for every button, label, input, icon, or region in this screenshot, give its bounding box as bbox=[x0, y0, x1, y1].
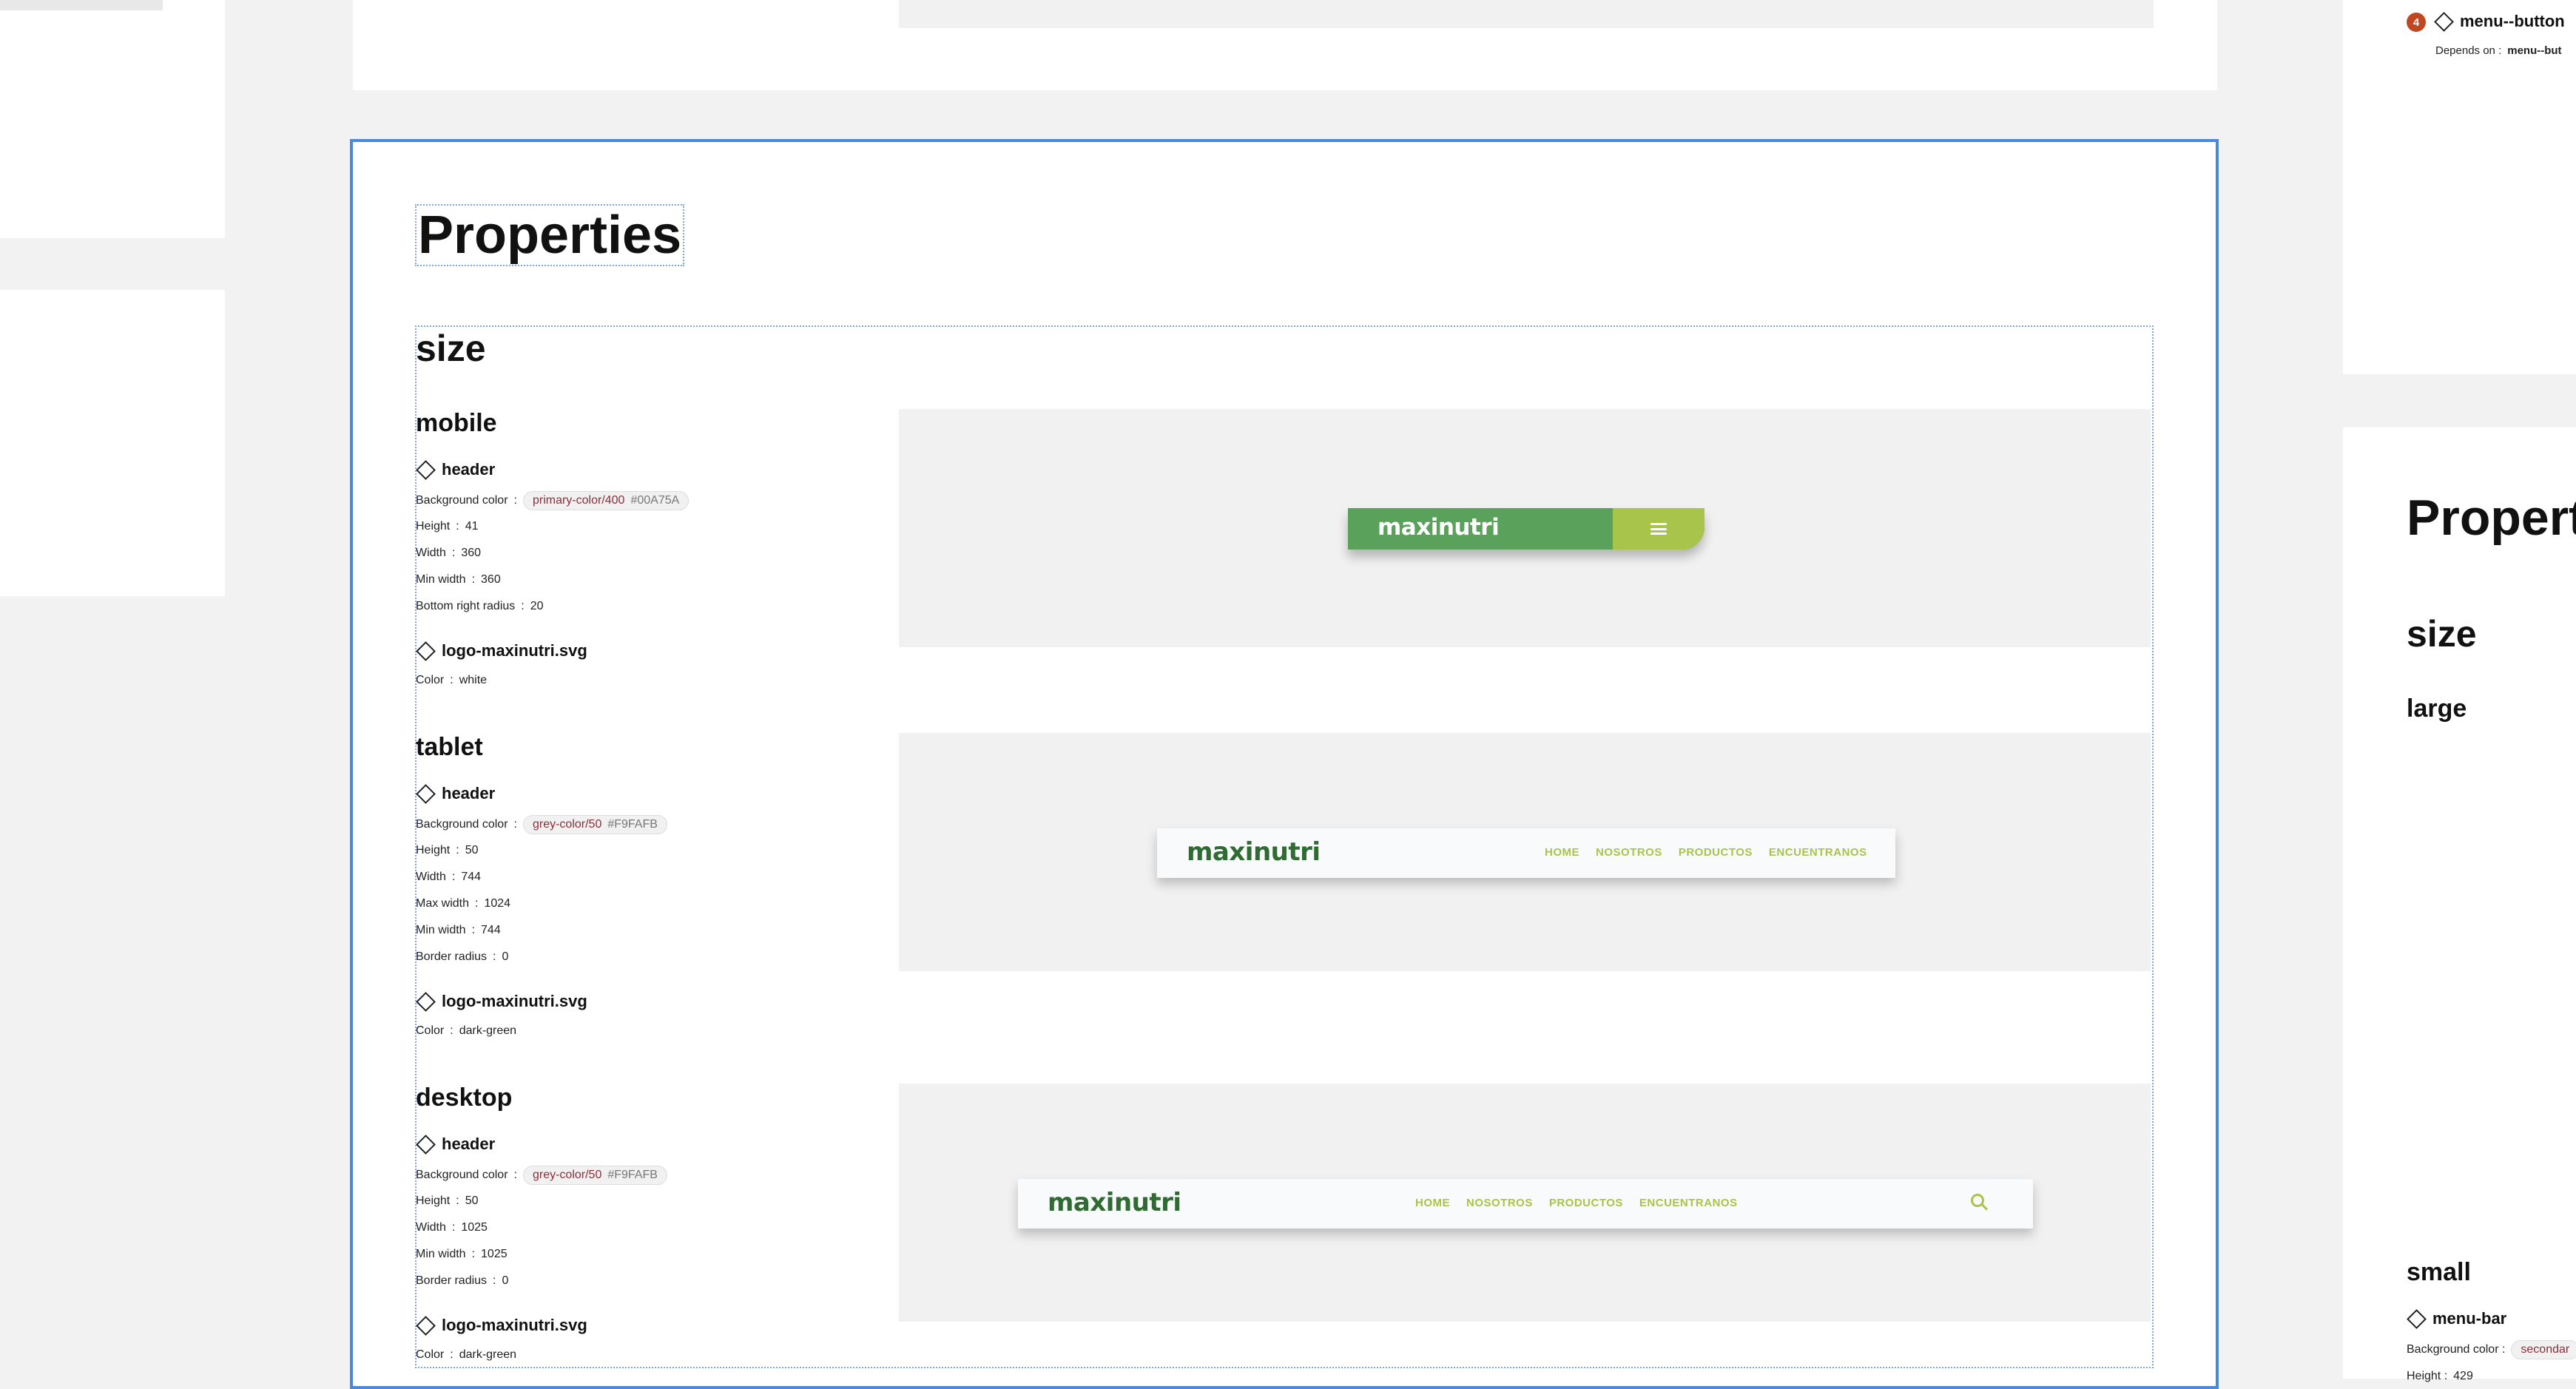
color-token[interactable]: primary-color/400 #00A75A bbox=[522, 491, 689, 510]
logo-maxinutri: maxinutri bbox=[1187, 837, 1321, 867]
logo-maxinutri: maxinutri bbox=[1048, 1188, 1181, 1217]
component-diamond-icon bbox=[416, 641, 436, 661]
prop-width: Width:744 bbox=[416, 871, 482, 883]
prop-logo-color: Color: dark-green bbox=[416, 1024, 517, 1037]
component-logo-mobile[interactable]: logo-maxinutri.svg bbox=[416, 641, 587, 661]
prop-min-width: Min width:1025 bbox=[416, 1248, 508, 1260]
canvas-card-top-preview bbox=[899, 0, 2154, 28]
canvas-card-left-top bbox=[0, 0, 225, 238]
component-logo-tablet[interactable]: logo-maxinutri.svg bbox=[416, 991, 587, 1012]
desktop-header-preview: maxinutri HOME NOSOTROS PRODUCTOS ENCUEN… bbox=[1018, 1179, 2033, 1229]
depends-on: Depends on : menu--but bbox=[2435, 44, 2562, 57]
right-breakpoint-large: large bbox=[2407, 694, 2467, 723]
right-page-title: Propert bbox=[2407, 490, 2576, 546]
right-panel-bottom bbox=[2343, 427, 2576, 1379]
prop-max-width: Max width:1024 bbox=[416, 897, 511, 910]
right-breakpoint-small: small bbox=[2407, 1258, 2471, 1286]
nav-item-encuentranos[interactable]: ENCUENTRANOS bbox=[1639, 1197, 1738, 1209]
prop-border-radius: Border radius:0 bbox=[416, 950, 509, 963]
prop-width: Width:1025 bbox=[416, 1221, 488, 1234]
component-header-desktop[interactable]: header bbox=[416, 1134, 495, 1155]
prop-min-width: Min width:744 bbox=[416, 924, 501, 936]
canvas-card-left-mid bbox=[0, 290, 225, 596]
nav-item-productos[interactable]: PRODUCTOS bbox=[1679, 846, 1753, 859]
hamburger-icon bbox=[1651, 523, 1667, 535]
prop-background-color: Background color: primary-color/400 #00A… bbox=[416, 491, 689, 510]
component-menu-button[interactable]: menu--button bbox=[2434, 11, 2565, 32]
breakpoint-title-mobile: mobile bbox=[416, 409, 497, 437]
prop-height: Height:50 bbox=[416, 1194, 479, 1207]
nav-item-nosotros[interactable]: NOSOTROS bbox=[1596, 846, 1662, 859]
prop-min-width: Min width:360 bbox=[416, 573, 501, 586]
page-title: Properties bbox=[415, 204, 685, 266]
nav-menu: HOME NOSOTROS PRODUCTOS ENCUENTRANOS bbox=[1545, 846, 1867, 859]
mobile-header-preview: maxinutri bbox=[1348, 508, 1705, 550]
component-menu-bar[interactable]: menu-bar bbox=[2407, 1308, 2506, 1329]
component-diamond-icon bbox=[416, 783, 436, 804]
prop-height: Height :429 bbox=[2407, 1370, 2473, 1382]
component-name: header bbox=[442, 460, 496, 479]
component-diamond-icon bbox=[416, 1134, 436, 1155]
color-token[interactable]: grey-color/50 #F9FAFB bbox=[522, 815, 667, 834]
component-diamond-icon bbox=[416, 1315, 436, 1336]
prop-logo-color: Color: white bbox=[416, 674, 488, 686]
nav-item-nosotros[interactable]: NOSOTROS bbox=[1466, 1197, 1533, 1209]
nav-menu: HOME NOSOTROS PRODUCTOS ENCUENTRANOS bbox=[1415, 1197, 1738, 1209]
component-header-mobile[interactable]: header bbox=[416, 459, 496, 480]
nav-item-productos[interactable]: PRODUCTOS bbox=[1549, 1197, 1623, 1209]
component-header-tablet[interactable]: header bbox=[416, 783, 495, 804]
menu-button[interactable] bbox=[1613, 508, 1705, 550]
prop-background-color: Background color: grey-color/50 #F9FAFB bbox=[416, 1166, 667, 1185]
logo-maxinutri: maxinutri bbox=[1378, 514, 1500, 541]
prop-background-color: Background color : secondar bbox=[2407, 1340, 2576, 1359]
prop-width: Width:360 bbox=[416, 547, 482, 559]
step-badge: 4 bbox=[2407, 13, 2426, 32]
component-diamond-icon bbox=[416, 459, 436, 480]
prop-height: Height:41 bbox=[416, 520, 479, 533]
size-heading: size bbox=[416, 328, 486, 369]
component-diamond-icon bbox=[2407, 1308, 2427, 1329]
breakpoint-title-desktop: desktop bbox=[416, 1084, 513, 1112]
right-size-heading: size bbox=[2407, 613, 2477, 655]
prop-logo-color: Color: dark-green bbox=[416, 1348, 517, 1361]
canvas-card-left-top-strip bbox=[0, 0, 163, 10]
prop-border-radius: Border radius:0 bbox=[416, 1274, 509, 1287]
prop-background-color: Background color: grey-color/50 #F9FAFB bbox=[416, 815, 667, 834]
component-logo-desktop[interactable]: logo-maxinutri.svg bbox=[416, 1315, 587, 1336]
breakpoint-title-tablet: tablet bbox=[416, 733, 483, 761]
color-token[interactable]: grey-color/50 #F9FAFB bbox=[522, 1166, 667, 1185]
search-icon[interactable] bbox=[1971, 1194, 1984, 1207]
component-diamond-icon bbox=[2434, 11, 2454, 32]
nav-item-home[interactable]: HOME bbox=[1415, 1197, 1450, 1209]
tablet-header-preview: maxinutri HOME NOSOTROS PRODUCTOS ENCUEN… bbox=[1157, 828, 1895, 878]
component-diamond-icon bbox=[416, 991, 436, 1012]
nav-item-home[interactable]: HOME bbox=[1545, 846, 1579, 859]
prop-bottom-right-radius: Bottom right radius:20 bbox=[416, 600, 544, 612]
nav-item-encuentranos[interactable]: ENCUENTRANOS bbox=[1769, 846, 1867, 859]
color-token[interactable]: secondar bbox=[2511, 1340, 2576, 1359]
prop-height: Height:50 bbox=[416, 844, 479, 856]
